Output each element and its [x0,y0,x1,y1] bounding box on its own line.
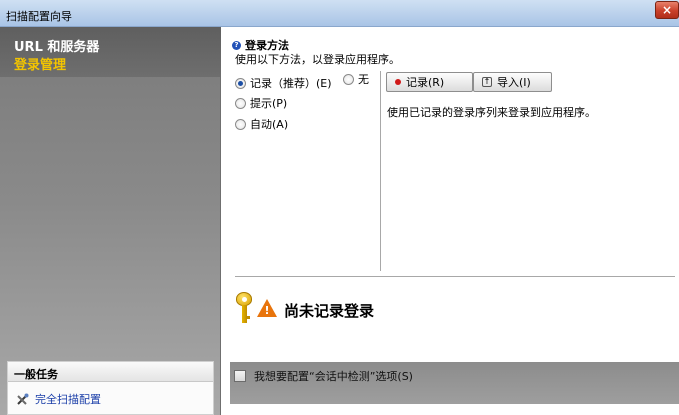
radio-auto-label: 自动(A) [250,118,289,131]
warning-icon: ! [257,299,277,317]
main-panel: ? 登录方法 使用以下方法，以登录应用程序。 记录（推荐）(E) 无 提示(P)… [222,27,679,415]
sidebar-item-login-management[interactable]: 登录管理 [14,54,66,73]
login-status: ! 尚未记录登录 [236,292,374,324]
radio-record-label: 记录（推荐）(E) [250,77,332,90]
radio-auto-button[interactable] [235,118,246,130]
record-help-text: 使用已记录的登录序列来登录到应用程序。 [387,106,596,119]
session-detection-checkbox[interactable] [234,370,246,382]
radio-prompt[interactable]: 提示(P) [235,95,287,111]
import-icon: ↑ [482,77,492,87]
session-detection-label[interactable]: 我想要配置“会话中检测”选项(S) [254,368,413,384]
login-status-text: 尚未记录登录 [284,301,375,320]
vertical-divider [380,71,381,271]
common-tasks-header: 一般任务 [8,362,213,382]
task-full-scan-config[interactable]: 完全扫描配置 [16,391,101,407]
radio-none-button[interactable] [343,73,354,85]
sidebar-item-url-servers[interactable]: URL 和服务器 [14,36,99,55]
close-button[interactable]: × [655,1,679,19]
task-full-scan-config-label[interactable]: 完全扫描配置 [35,391,101,407]
radio-none[interactable]: 无 [343,71,369,87]
common-tasks-panel: 一般任务 完全扫描配置 [7,361,214,415]
import-button-label: 导入(I) [497,76,531,89]
record-icon [395,79,401,85]
radio-prompt-label: 提示(P) [250,97,288,110]
radio-prompt-button[interactable] [235,97,246,109]
title-bar: 扫描配置向导 × [0,0,679,27]
radio-record-button[interactable] [235,77,246,89]
info-icon: ? [232,40,241,50]
window-title: 扫描配置向导 [6,10,72,23]
tools-icon [16,393,29,406]
sidebar-nav: URL 和服务器 登录管理 [0,27,221,77]
radio-none-label: 无 [358,73,369,86]
import-button[interactable]: ↑ 导入(I) [473,72,552,92]
radio-auto[interactable]: 自动(A) [235,116,288,132]
horizontal-divider [235,276,675,277]
sidebar: URL 和服务器 登录管理 一般任务 完全扫描配置 [0,27,221,415]
record-button-label: 记录(R) [406,76,445,89]
key-icon [236,292,254,324]
radio-record[interactable]: 记录（推荐）(E) [235,75,332,91]
session-detection-option[interactable]: 我想要配置“会话中检测”选项(S) [234,368,413,384]
login-method-description: 使用以下方法，以登录应用程序。 [235,53,400,66]
bottom-options-bar: 我想要配置“会话中检测”选项(S) [230,362,679,404]
record-button[interactable]: 记录(R) [386,72,473,92]
